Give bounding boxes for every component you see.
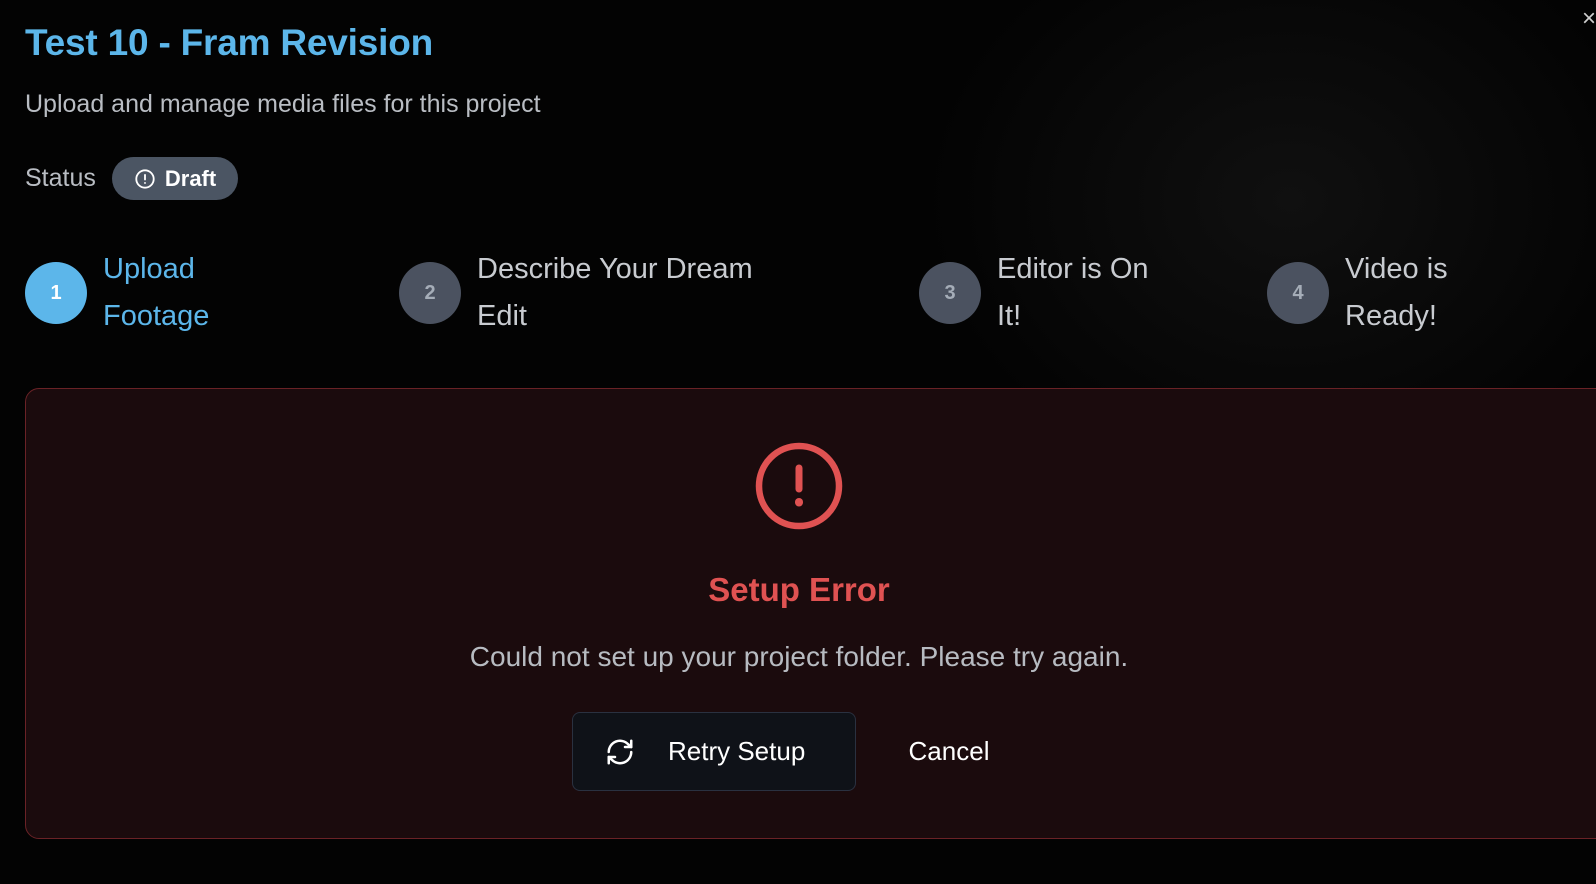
- alert-circle-icon: [755, 442, 843, 530]
- step-describe-edit: 2 Describe Your Dream Edit: [399, 246, 753, 340]
- step-number: 1: [25, 262, 87, 324]
- refresh-icon: [607, 739, 633, 764]
- cancel-button[interactable]: Cancel: [884, 712, 1014, 791]
- status-badge: Draft: [111, 157, 239, 200]
- step-label: Describe Your Dream Edit: [477, 246, 753, 340]
- step-video-ready: 4 Video is Ready!: [1267, 246, 1448, 340]
- retry-setup-button[interactable]: Retry Setup: [572, 712, 856, 791]
- step-label-line: Editor is On: [997, 253, 1149, 285]
- step-label-line: Edit: [477, 300, 527, 332]
- step-label: Video is Ready!: [1345, 246, 1448, 340]
- step-label: Editor is On It!: [997, 246, 1149, 340]
- step-label-line: Video is: [1345, 253, 1448, 285]
- page-title: Test 10 - Fram Revision: [25, 22, 434, 63]
- status-badge-text: Draft: [164, 165, 217, 191]
- step-label-line: Upload: [103, 253, 195, 285]
- status-row: Status Draft: [25, 157, 239, 200]
- close-button[interactable]: ×: [1582, 4, 1596, 34]
- project-dialog: × Test 10 - Fram Revision Upload and man…: [0, 0, 1596, 884]
- step-label-line: Ready!: [1345, 300, 1437, 332]
- page-subtitle: Upload and manage media files for this p…: [25, 90, 541, 118]
- step-label-line: It!: [997, 300, 1022, 332]
- step-label-line: Footage: [103, 300, 210, 332]
- setup-error-panel: Setup Error Could not set up your projec…: [25, 388, 1596, 839]
- step-label: Upload Footage: [103, 246, 209, 340]
- alert-circle-icon: [135, 168, 155, 189]
- step-editor-on-it: 3 Editor is On It!: [919, 246, 1149, 340]
- error-title: Setup Error: [708, 571, 890, 608]
- step-upload-footage: 1 Upload Footage: [25, 246, 209, 340]
- step-number: 3: [919, 262, 981, 324]
- step-label-line: Describe Your Dream: [477, 253, 753, 285]
- error-message: Could not set up your project folder. Pl…: [469, 641, 1129, 672]
- retry-setup-label: Retry Setup: [668, 736, 806, 766]
- step-number: 4: [1267, 262, 1329, 324]
- status-label: Status: [25, 164, 96, 192]
- step-number: 2: [399, 262, 461, 324]
